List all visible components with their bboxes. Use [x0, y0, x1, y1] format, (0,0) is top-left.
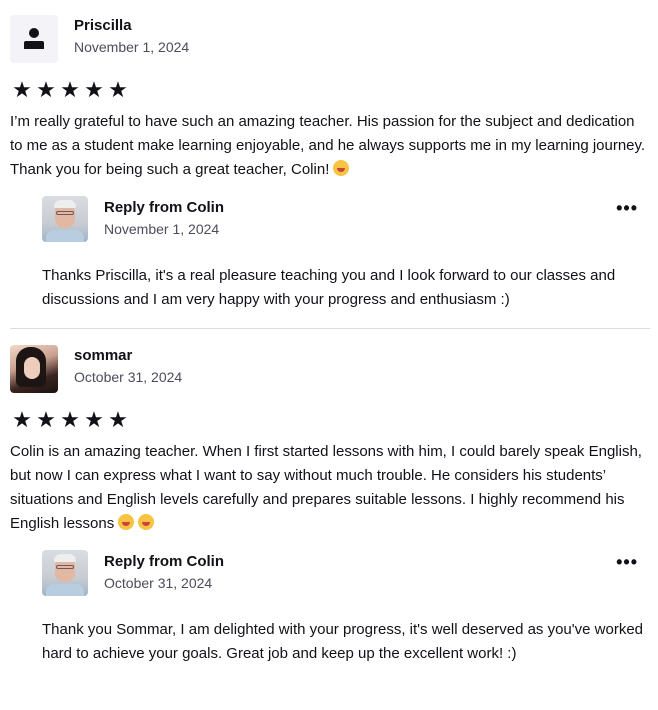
reply-text: Thank you Sommar, I am delighted with yo… — [42, 621, 644, 662]
star-icon: ★ — [36, 78, 56, 103]
teacher-reply: Reply from Colin October 31, 2024 ••• Th… — [42, 550, 650, 666]
star-icon: ★ — [108, 408, 128, 433]
reviewer-name: sommar — [74, 347, 133, 364]
review-header: sommar October 31, 2024 — [10, 345, 650, 393]
star-icon: ★ — [60, 408, 80, 433]
review-text-body: I’m really grateful to have such an amaz… — [10, 113, 646, 178]
teacher-avatar — [42, 196, 88, 242]
reply-date: November 1, 2024 — [104, 221, 220, 237]
review-meta: sommar October 31, 2024 — [74, 345, 182, 387]
review-date: October 31, 2024 — [74, 369, 183, 385]
star-rating: ★ ★ ★ ★ ★ — [10, 79, 650, 103]
reply-header: Reply from Colin November 1, 2024 — [42, 196, 650, 242]
star-icon: ★ — [12, 408, 32, 433]
star-rating: ★ ★ ★ ★ ★ — [10, 409, 650, 433]
more-options-icon[interactable]: ••• — [616, 199, 638, 217]
review-header: Priscilla November 1, 2024 — [10, 15, 650, 63]
reviewer-name: Priscilla — [74, 17, 132, 34]
grinning-face-emoji-icon — [118, 514, 135, 530]
review-date: November 1, 2024 — [74, 39, 190, 55]
star-icon: ★ — [84, 78, 104, 103]
star-icon: ★ — [84, 408, 104, 433]
grinning-face-emoji-icon — [138, 514, 155, 530]
review-card: Priscilla November 1, 2024 ★ ★ ★ ★ ★ I’m… — [0, 0, 658, 328]
reply-text: Thanks Priscilla, it's a real pleasure t… — [42, 267, 616, 308]
reviewer-avatar — [10, 345, 58, 393]
review-text: I’m really grateful to have such an amaz… — [10, 110, 650, 182]
reply-meta: Reply from Colin November 1, 2024 — [104, 196, 224, 239]
user-placeholder-icon — [10, 15, 58, 63]
more-options-icon[interactable]: ••• — [616, 553, 638, 571]
grinning-face-emoji-icon — [333, 160, 350, 176]
reply-header: Reply from Colin October 31, 2024 — [42, 550, 650, 596]
reply-meta: Reply from Colin October 31, 2024 — [104, 550, 224, 593]
review-meta: Priscilla November 1, 2024 — [74, 15, 189, 57]
star-icon: ★ — [12, 78, 32, 103]
star-icon: ★ — [60, 78, 80, 103]
teacher-reply: Reply from Colin November 1, 2024 ••• Th… — [42, 196, 650, 312]
reply-title: Reply from Colin — [104, 553, 225, 570]
star-icon: ★ — [108, 78, 128, 103]
review-card: sommar October 31, 2024 ★ ★ ★ ★ ★ Colin … — [0, 329, 658, 666]
reply-title: Reply from Colin — [104, 199, 225, 216]
teacher-avatar — [42, 550, 88, 596]
reply-date: October 31, 2024 — [104, 575, 213, 591]
review-text: Colin is an amazing teacher. When I firs… — [10, 440, 650, 536]
star-icon: ★ — [36, 408, 56, 433]
review-text-body: Colin is an amazing teacher. When I firs… — [10, 443, 642, 532]
